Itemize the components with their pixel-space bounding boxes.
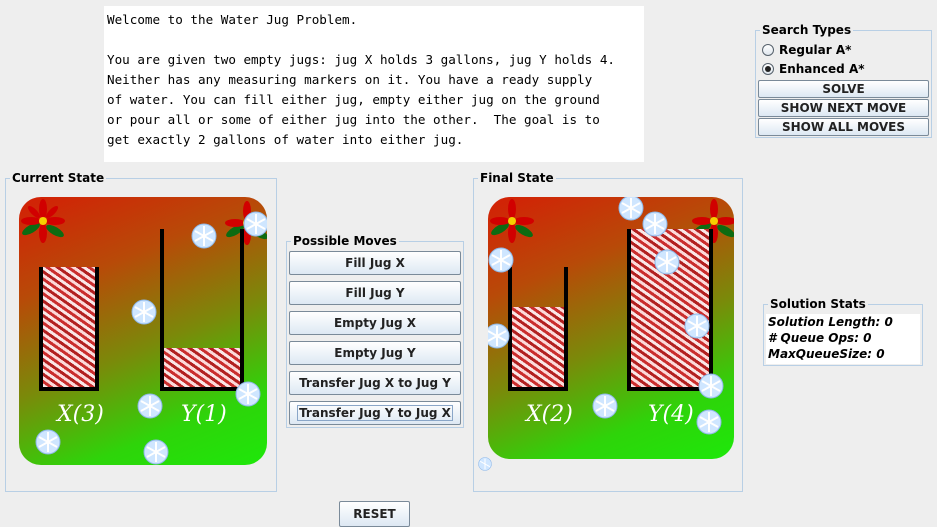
queue-ops: # Queue Ops: 0 [768, 331, 872, 345]
possible-moves-title: Possible Moves [291, 234, 399, 248]
radio-regular-astar[interactable]: Regular A* [762, 43, 851, 57]
solution-stats-panel: Solution Stats Solution Length: 0 # Queu… [763, 297, 923, 366]
final-state-title: Final State [478, 171, 556, 185]
jug-x [508, 267, 568, 391]
search-types-panel: Search Types Regular A* Enhanced A* SOLV… [755, 23, 932, 138]
move-label: Fill Jug Y [345, 286, 405, 300]
move-label: Transfer Jug X to Jug Y [299, 376, 451, 390]
snowflake-icon [488, 323, 510, 349]
radio-enhanced-label: Enhanced A* [779, 62, 865, 76]
final-state-panel: Final State X(2) Y(4) [473, 171, 743, 492]
snowflake-icon [696, 409, 722, 435]
intro-line: Welcome to the Water Jug Problem. [107, 12, 358, 27]
jug-x-water [512, 306, 564, 387]
snowflake-icon [131, 299, 157, 325]
search-types-title: Search Types [760, 23, 854, 37]
intro-line [107, 30, 644, 50]
poinsettia-icon [490, 199, 534, 243]
intro-line: get exactly 2 gallons of water into eith… [107, 132, 464, 147]
snowflake-icon [654, 249, 680, 275]
poinsettia-icon [21, 199, 65, 243]
jug-y-label: Y(1) [181, 402, 227, 427]
snowflake-icon [35, 429, 61, 455]
radio-enhanced-astar[interactable]: Enhanced A* [762, 62, 865, 76]
snowflake-icon [478, 457, 492, 471]
solution-stats-box: Solution Length: 0 # Queue Ops: 0 MaxQue… [766, 314, 920, 364]
move-label: Fill Jug X [345, 256, 405, 270]
snowflake-icon [235, 381, 261, 407]
snowflake-icon [698, 373, 724, 399]
jug-y-label: Y(4) [648, 402, 694, 427]
solve-button[interactable]: SOLVE [758, 80, 929, 98]
solve-button-label: SOLVE [822, 82, 865, 96]
snowflake-icon [592, 393, 618, 419]
final-state-scene: X(2) Y(4) [488, 197, 734, 459]
snowflake-icon [642, 211, 668, 237]
intro-line: or pour all or some of either jug into t… [107, 112, 600, 127]
snowflake-icon [684, 313, 710, 339]
move-label: Empty Jug Y [334, 346, 416, 360]
jug-y-water [164, 347, 240, 387]
snowflake-icon [191, 223, 217, 249]
intro-line: You are given two empty jugs: jug X hold… [107, 52, 615, 67]
radio-enhanced-indicator[interactable] [762, 63, 774, 75]
snowflake-icon [143, 439, 169, 465]
show-all-moves-button[interactable]: SHOW ALL MOVES [758, 118, 929, 136]
fill-jug-y-button[interactable]: Fill Jug Y [289, 281, 461, 305]
empty-jug-x-button[interactable]: Empty Jug X [289, 311, 461, 335]
intro-line: Neither has any measuring markers on it.… [107, 72, 593, 87]
transfer-y-to-x-button[interactable]: Transfer Jug Y to Jug X [289, 401, 461, 425]
jug-y [160, 229, 244, 391]
current-state-panel: Current State X(3) Y(1) [5, 171, 277, 492]
jug-x [39, 267, 99, 391]
snowflake-icon [488, 247, 514, 273]
possible-moves-panel: Possible Moves Fill Jug X Fill Jug Y Emp… [286, 234, 464, 428]
jug-x-water [43, 267, 95, 387]
show-next-move-button[interactable]: SHOW NEXT MOVE [758, 99, 929, 117]
transfer-x-to-y-button[interactable]: Transfer Jug X to Jug Y [289, 371, 461, 395]
solution-length: Solution Length: 0 [768, 315, 893, 329]
intro-text: Welcome to the Water Jug Problem. You ar… [104, 6, 644, 162]
move-label: Empty Jug X [333, 316, 417, 330]
move-label: Transfer Jug Y to Jug X [297, 405, 453, 421]
intro-line: of water. You can fill either jug, empty… [107, 92, 600, 107]
fill-jug-x-button[interactable]: Fill Jug X [289, 251, 461, 275]
current-state-scene: X(3) Y(1) [19, 197, 267, 465]
empty-jug-y-button[interactable]: Empty Jug Y [289, 341, 461, 365]
show-all-moves-label: SHOW ALL MOVES [781, 120, 905, 134]
jug-x-label: X(2) [526, 402, 573, 427]
solution-stats-title: Solution Stats [768, 297, 868, 311]
reset-button[interactable]: RESET [339, 501, 410, 527]
reset-button-label: RESET [353, 507, 396, 521]
radio-regular-indicator[interactable] [762, 44, 774, 56]
show-next-move-label: SHOW NEXT MOVE [780, 101, 907, 115]
radio-regular-label: Regular A* [779, 43, 852, 57]
current-state-title: Current State [10, 171, 107, 185]
snowflake-icon [618, 197, 644, 221]
snowflake-icon [137, 393, 163, 419]
snowflake-icon [243, 211, 267, 237]
max-queue-size: MaxQueueSize: 0 [768, 347, 885, 361]
jug-x-label: X(3) [57, 402, 104, 427]
